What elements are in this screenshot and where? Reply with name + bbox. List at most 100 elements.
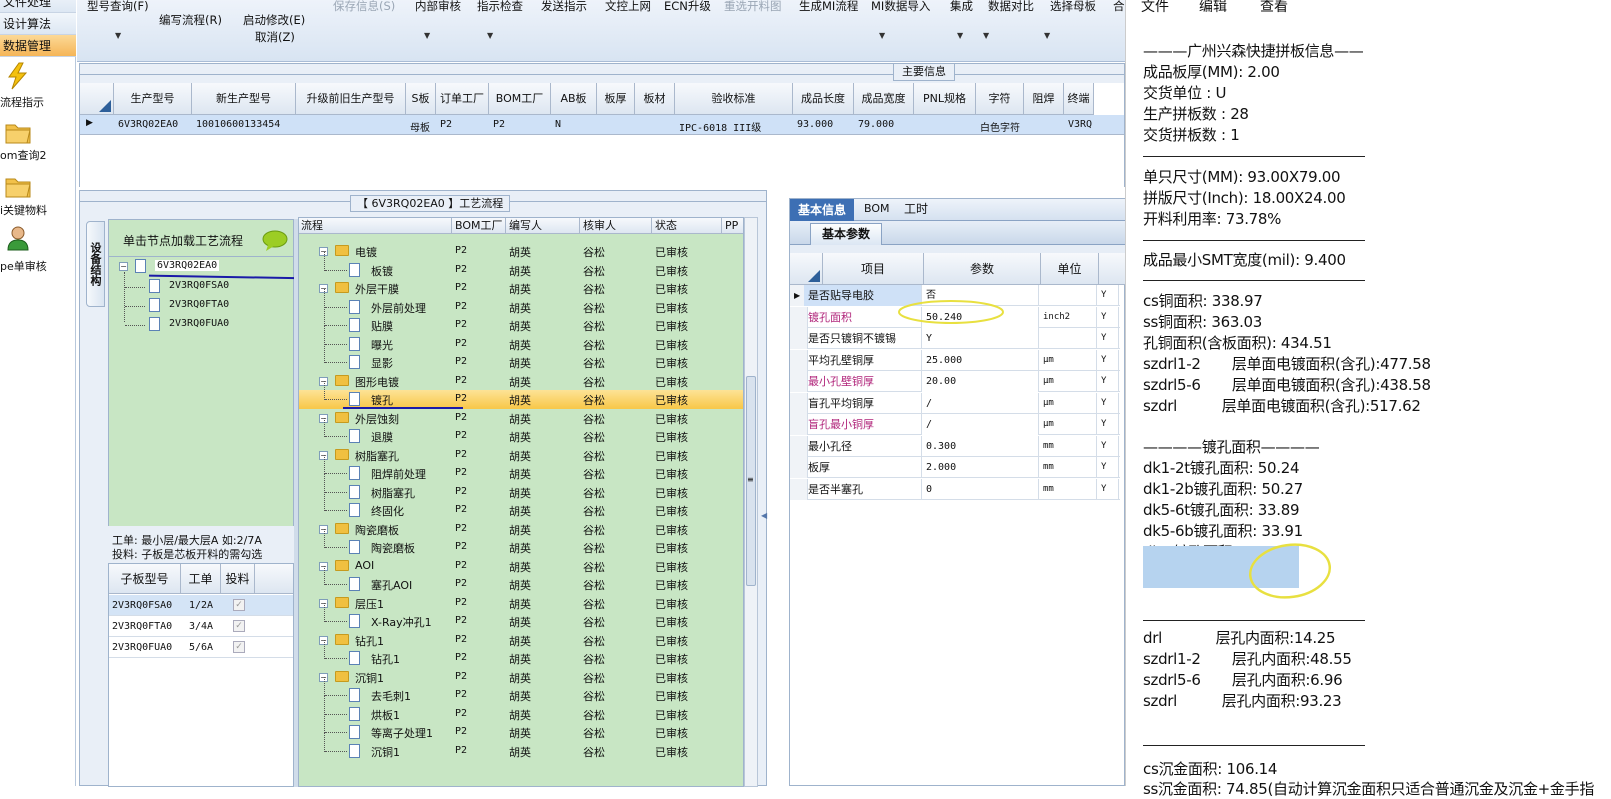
table-row[interactable]: 板镀 P2 胡英 谷松 已审核 [299,251,743,280]
param-value[interactable]: Y [922,328,1039,349]
table-row[interactable]: 烘板1 P2 胡英 谷松 已审核 [299,695,743,724]
tab-basic-info[interactable]: 基本信息 [790,199,854,221]
tree-expander[interactable]: − [119,262,128,271]
generate-mi-process-button[interactable]: 生成MI流程 [799,0,858,14]
table-row[interactable]: 陶瓷磨板 P2 胡英 谷松 已审核 [299,529,743,557]
table-row[interactable]: 镀孔 P2 胡英 谷松 已审核 [299,381,743,409]
param-row[interactable]: 平均孔壁铜厚 25.000 μm Y [790,349,1120,371]
param-value[interactable]: 0.300 [922,435,1039,457]
table-row[interactable]: 2V3RQ0FUA0 5/6A ✓ [109,637,293,658]
checkbox[interactable]: ✓ [233,599,245,611]
nav-item-process-indication[interactable]: 流程指示 [0,60,76,112]
column-header[interactable]: 核审人 [583,218,616,233]
subtab-basic-params[interactable]: 基本参数 [810,223,882,245]
column-header[interactable]: BOM工厂 [455,218,503,233]
column-header[interactable]: PNL规格 [914,83,976,115]
dropdown-arrow-icon[interactable]: ▼ [487,31,493,40]
data-compare-button[interactable]: 数据对比 [988,0,1034,14]
model-query-button[interactable]: 型号查询(F) [87,0,149,14]
table-row[interactable]: − 图形电镀 P2 胡英 谷松 已审核 [299,372,743,391]
col-param[interactable]: 参数 [924,253,1041,285]
column-header[interactable]: 成品宽度 [854,83,914,115]
tree-node[interactable]: 2V3RQ0FSA0 [169,280,229,291]
dropdown-arrow-icon[interactable]: ▼ [879,31,885,40]
table-row[interactable]: 退膜 P2 胡英 谷松 已审核 [299,418,743,446]
process-scrollbar[interactable]: ≡ [744,217,758,787]
nav-data-management[interactable]: 数据管理 [0,35,76,57]
col-unit[interactable]: 单位 [1041,253,1099,285]
tree-node[interactable]: 2V3RQ0FUA0 [169,318,229,329]
param-value[interactable]: 0 [922,478,1039,500]
tab-device-structure[interactable]: 设备结构 [86,221,105,307]
reselect-cutting-button[interactable]: 重选开料图 [724,0,782,14]
start-modify-button[interactable]: 启动修改(E) [243,12,305,28]
table-row[interactable]: − 层压1 P2 胡英 谷松 已审核 [299,594,743,613]
column-header[interactable]: 子板型号 [109,564,181,594]
dropdown-arrow-icon[interactable]: ▼ [983,31,989,40]
menu-edit[interactable]: 编辑 [1199,0,1227,16]
send-indication-button[interactable]: 发送指示 [541,0,587,14]
table-row[interactable]: ▶ 6V3RQ02EA0 10010600133454 母板 P2 P2 N IPC-601… [80,115,1124,135]
table-row[interactable]: 显影 P2 胡英 谷松 已审核 [299,344,743,372]
table-row[interactable]: 阻焊前处理 P2 胡英 谷松 已审核 [299,455,743,483]
column-header[interactable]: 流程 [301,218,323,233]
table-row[interactable]: 树脂塞孔 P2 胡英 谷松 已审核 [299,473,743,502]
ecn-upgrade-button[interactable]: ECN升级 [664,0,711,14]
dropdown-arrow-icon[interactable]: ▼ [957,31,963,40]
column-header[interactable]: 工单 [181,564,221,594]
table-row[interactable]: 终固化 P2 胡英 谷松 已审核 [299,492,743,520]
column-header[interactable]: 阻焊 [1024,83,1064,115]
param-value[interactable]: 25.000 [922,349,1039,371]
column-header[interactable]: 升级前旧生产型号 [296,83,406,115]
checkbox[interactable]: ✓ [233,620,245,632]
table-row[interactable]: 外层前处理 P2 胡英 谷松 已审核 [299,288,743,317]
table-row[interactable]: 钻孔1 P2 胡英 谷松 已审核 [299,640,743,668]
nav-item-order-review[interactable]: pe单审核 [0,224,76,276]
integrate-button[interactable]: 集成 [950,0,973,14]
save-info-button[interactable]: 保存信息(S) [333,0,395,14]
param-row[interactable]: 板厚 2.000 mm Y [790,457,1120,478]
table-row[interactable]: 沉铜1 P2 胡英 谷松 已审核 [299,732,743,761]
table-row[interactable]: − 陶瓷磨板 P2 胡英 谷松 已审核 [299,520,743,539]
table-row[interactable]: 去毛刺1 P2 胡英 谷松 已审核 [299,677,743,705]
column-header[interactable]: 状态 [655,218,677,233]
table-row[interactable]: − 沉铜1 P2 胡英 谷松 已审核 [299,668,743,687]
param-value[interactable]: / [922,392,1039,414]
nav-design-algorithm[interactable]: 设计算法 [0,13,76,35]
tree-root-node[interactable]: 6V3RQ02EA0 [155,260,220,271]
table-row[interactable]: 2V3RQ0FSA0 1/2A ✓ [109,595,293,616]
menu-view[interactable]: 查看 [1260,0,1288,16]
column-header[interactable]: 验收标准 [675,83,793,115]
checkbox[interactable]: ✓ [233,641,245,653]
column-header[interactable]: 投料 [221,564,255,594]
table-row[interactable]: 曝光 P2 胡英 谷松 已审核 [299,325,743,354]
nav-file-processing[interactable]: 文件处理 [0,0,76,13]
table-row[interactable]: − 外层蚀刻 P2 胡英 谷松 已审核 [299,409,743,428]
doc-online-button[interactable]: 文控上网 [605,0,651,14]
column-header[interactable]: S板 [406,83,436,115]
column-header[interactable]: 生产型号 [114,83,192,115]
menu-file[interactable]: 文件 [1141,0,1169,16]
tab-work-hours[interactable]: 工时 [904,200,928,217]
column-header[interactable]: 终端 [1064,83,1094,115]
col-item[interactable]: 项目 [822,253,924,285]
column-header[interactable]: 编写人 [509,218,542,233]
param-value[interactable]: 2.000 [922,457,1039,478]
table-row[interactable]: 等离子处理1 P2 胡英 谷松 已审核 [299,714,743,742]
dropdown-arrow-icon[interactable]: ▼ [115,31,121,40]
param-row[interactable]: 最小孔壁铜厚 20.00 μm Y [790,371,1120,392]
param-value[interactable]: 20.00 [922,371,1039,392]
dropdown-arrow-icon[interactable]: ▼ [424,31,430,40]
table-row[interactable]: 贴膜 P2 胡英 谷松 已审核 [299,307,743,335]
mi-data-import-button[interactable]: MI数据导入 [871,0,930,14]
column-header[interactable]: BOM工厂 [489,83,551,115]
table-row[interactable]: X-Ray冲孔1 P2 胡英 谷松 已审核 [299,603,743,631]
column-header[interactable]: 新生产型号 [192,83,296,115]
column-header[interactable]: PP [725,218,738,233]
column-header[interactable]: 板材 [635,83,675,115]
param-value[interactable]: / [922,414,1039,435]
table-row[interactable]: − 电镀 P2 胡英 谷松 已审核 [299,242,743,261]
nav-item-bom-query2[interactable]: om查询2 [0,116,76,168]
select-mother-board-button[interactable]: 选择母板 [1050,0,1096,14]
param-row[interactable]: 盲孔最小铜厚 / μm Y [790,414,1120,435]
